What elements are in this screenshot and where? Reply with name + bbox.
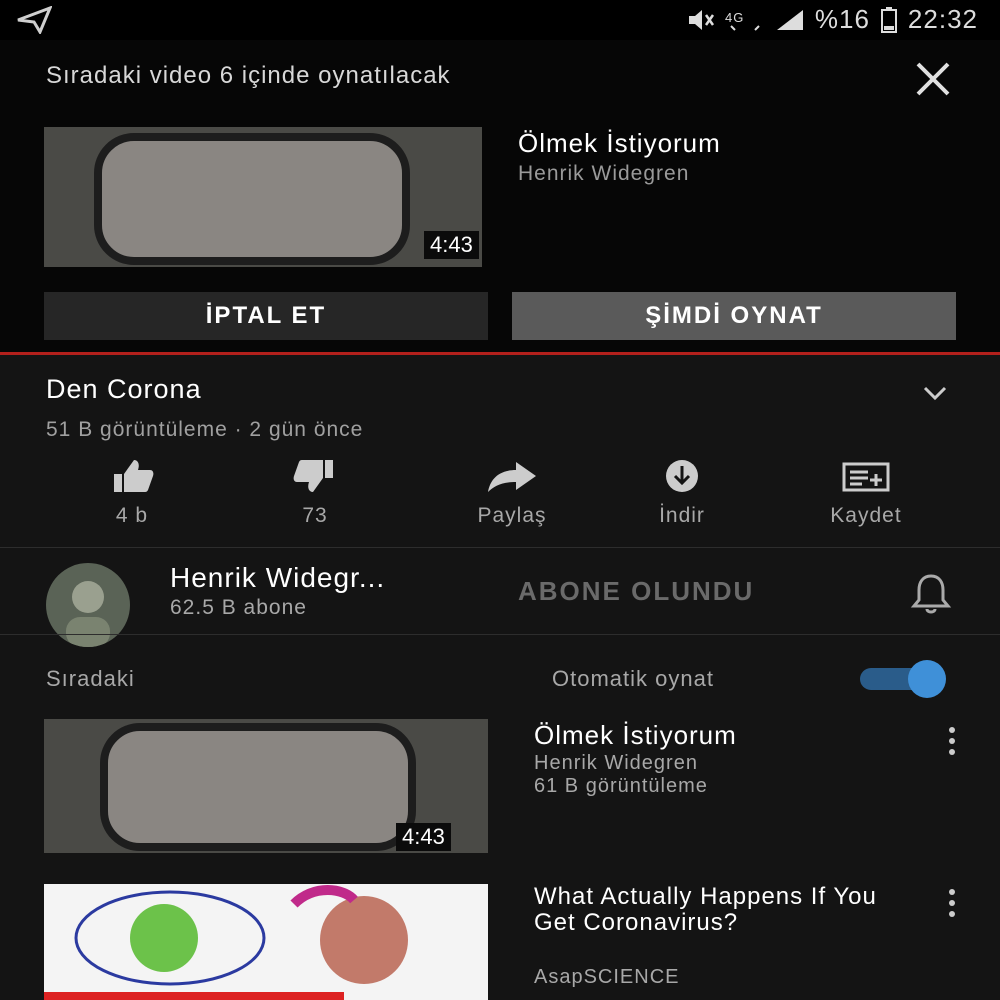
channel-name[interactable]: Henrik Widegr... (170, 562, 385, 594)
download-label: İndir (659, 504, 705, 527)
dislike-count: 73 (302, 504, 328, 527)
clock: 22:32 (907, 4, 978, 34)
divider (0, 634, 1000, 635)
video-meta: 51 B görüntüleme · 2 gün önce (46, 418, 364, 441)
more-vert-icon[interactable] (944, 888, 960, 918)
thumbs-up-icon (114, 460, 154, 492)
cancel-button[interactable]: İPTAL ET (44, 292, 488, 340)
subscriber-count: 62.5 B abone (170, 596, 307, 619)
chevron-down-icon[interactable] (922, 380, 948, 406)
upnext-thumbnail[interactable]: 4:43 (44, 127, 482, 267)
network-icon: 4G (725, 10, 760, 31)
bell-icon[interactable] (908, 570, 954, 616)
status-right: 4G %16 22:32 (687, 4, 978, 35)
signal-icon (776, 9, 803, 30)
list-item-title[interactable]: What Actually Happens If You Get Coronav… (534, 884, 914, 936)
save-to-playlist-icon (842, 462, 890, 492)
mute-icon (688, 9, 714, 30)
list-item-channel: AsapSCIENCE (534, 966, 680, 988)
close-icon[interactable] (912, 58, 954, 100)
autoplay-toggle[interactable] (856, 660, 948, 698)
list-item-thumbnail[interactable] (44, 884, 488, 1000)
video-title: Den Corona (46, 374, 202, 404)
dislike-button[interactable]: 73 (255, 458, 375, 528)
list-item-title[interactable]: Ölmek İstiyorum (534, 720, 737, 751)
send-icon (17, 6, 52, 34)
list-item-channel: Henrik Widegren (534, 752, 698, 774)
autoplay-label: Otomatik oynat (552, 666, 714, 691)
divider (0, 547, 1000, 548)
like-count: 4 b (115, 504, 149, 527)
download-button[interactable]: İndir (622, 458, 742, 528)
upnext-video-channel: Henrik Widegren (518, 162, 690, 185)
thumbs-down-icon (293, 460, 333, 492)
list-item-views: 61 B görüntüleme (534, 775, 708, 797)
list-item-thumbnail[interactable]: 4:43 (44, 719, 488, 853)
subscribed-button[interactable]: ABONE OLUNDU (518, 576, 754, 607)
duration-badge: 4:43 (396, 823, 451, 851)
battery-icon (880, 6, 897, 33)
up-next-label: Sıradaki (46, 666, 135, 691)
upnext-video-title[interactable]: Ölmek İstiyorum (518, 128, 721, 159)
save-button[interactable]: Kaydet (806, 458, 926, 528)
like-button[interactable]: 4 b (72, 458, 192, 528)
more-vert-icon[interactable] (944, 726, 960, 756)
svg-text:4G: 4G (725, 10, 744, 25)
play-now-button[interactable]: ŞİMDİ OYNAT (512, 292, 956, 340)
share-label: Paylaş (477, 504, 547, 527)
download-icon (666, 460, 698, 492)
save-label: Kaydet (830, 504, 902, 527)
battery-percent: %16 (814, 4, 870, 34)
share-button[interactable]: Paylaş (452, 458, 572, 528)
upnext-countdown-text: Sıradaki video 6 içinde oynatılacak (46, 62, 451, 89)
duration-badge: 4:43 (424, 231, 479, 259)
share-icon (488, 462, 536, 492)
